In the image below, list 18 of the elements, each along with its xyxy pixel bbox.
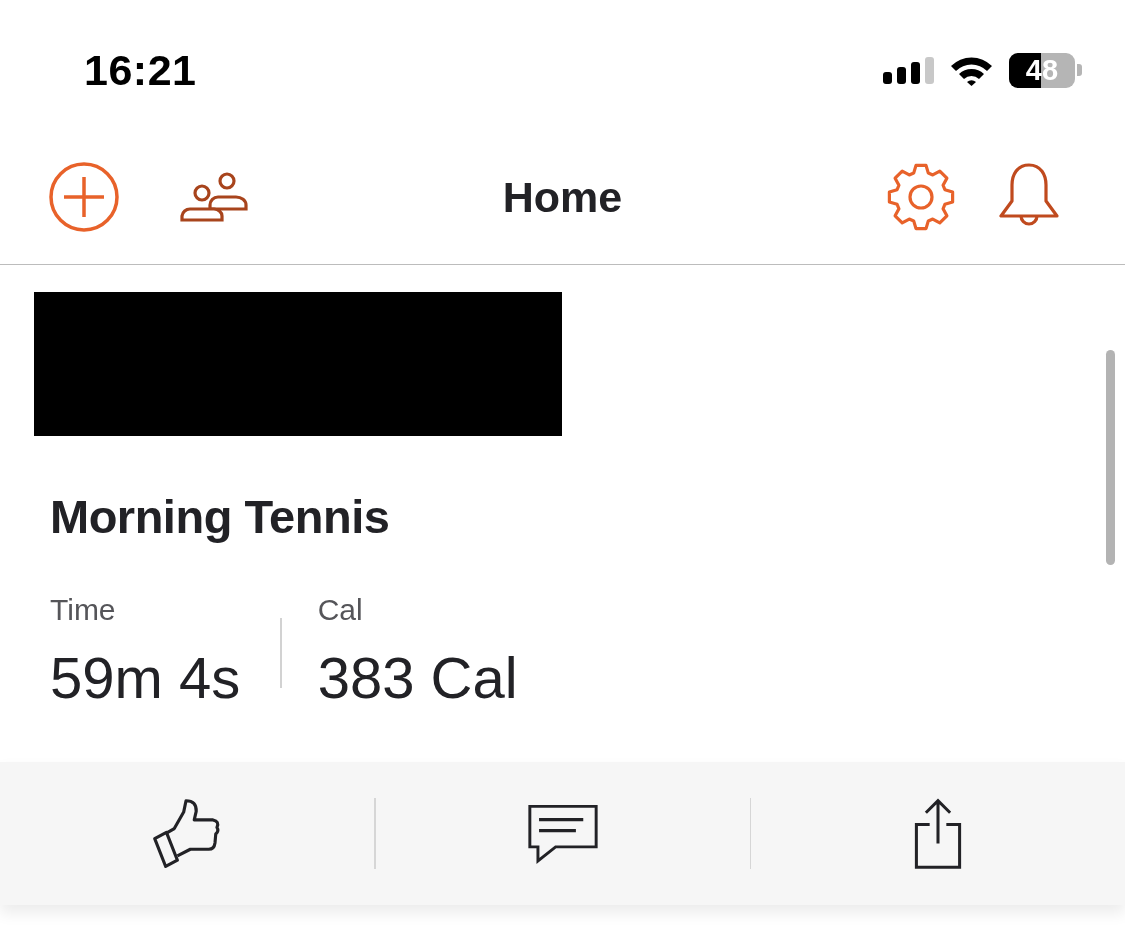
- speech-bubble-icon: [527, 803, 598, 864]
- comment-button[interactable]: [527, 803, 598, 864]
- share-button[interactable]: [913, 797, 963, 870]
- activity-title: Morning Tennis: [50, 489, 390, 545]
- settings-icon: [886, 162, 956, 232]
- status-time: 16:21: [84, 45, 197, 95]
- add-button[interactable]: [49, 162, 119, 232]
- share-icon: [913, 797, 963, 870]
- stat-value: 59m 4s: [50, 644, 241, 712]
- friends-button[interactable]: [180, 172, 248, 222]
- stat-label: Time: [50, 592, 116, 628]
- people-icon: [180, 172, 248, 222]
- plus-circle-icon: [49, 162, 119, 232]
- stat-label: Cal: [317, 592, 363, 628]
- page-title: Home: [502, 172, 623, 223]
- signal-icon: [883, 56, 934, 84]
- stat-value: 383 Cal: [317, 644, 518, 712]
- settings-button[interactable]: [886, 162, 956, 232]
